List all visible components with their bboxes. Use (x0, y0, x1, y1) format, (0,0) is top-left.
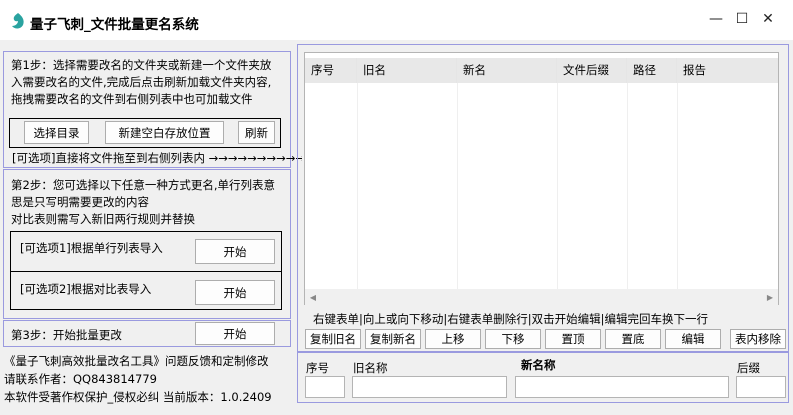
column-divider (457, 83, 458, 290)
remove-from-list-button[interactable]: 表内移除 (730, 329, 786, 349)
extension-input[interactable] (736, 376, 786, 398)
refresh-button[interactable]: 刷新 (238, 121, 275, 144)
step1-desc-line1: 第1步：选择需要改名的文件夹或新建一个文件夹放 (11, 58, 272, 72)
maximize-icon[interactable]: ☐ (729, 8, 755, 30)
old-name-input[interactable] (352, 376, 507, 398)
select-directory-button[interactable]: 选择目录 (24, 121, 89, 144)
column-divider (677, 83, 678, 290)
horizontal-scrollbar[interactable]: ◀ ▶ (305, 289, 778, 305)
column-header-new-name[interactable]: 新名 (457, 58, 557, 83)
step2-desc-line3: 对比表则需写入新旧两行规则并替换 (11, 212, 195, 226)
copy-new-name-button[interactable]: 复制新名 (365, 329, 421, 349)
extension-label: 后缀 (737, 361, 760, 375)
drag-hint: [可选项]直接将文件拖至到右侧列表内 →→→→→→→→→→→ (12, 151, 302, 165)
step3-label: 第3步：开始批量更改 (11, 328, 122, 342)
option1-start-button[interactable]: 开始 (195, 239, 275, 264)
option2-start-button[interactable]: 开始 (195, 280, 275, 305)
step1-desc-line3: 拖拽需要改名的文件到右侧列表中也可加载文件 (11, 92, 253, 106)
new-name-label: 新名称 (521, 358, 556, 372)
batch-rename-start-button[interactable]: 开始 (195, 322, 275, 345)
copy-old-name-button[interactable]: 复制旧名 (305, 329, 361, 349)
step2-desc-line1: 第2步：您可选择以下任意一种方式更名,单行列表意 (11, 178, 275, 192)
column-header-old-name[interactable]: 旧名 (357, 58, 457, 83)
step2-desc-line2: 思是只写明需要更改的内容 (11, 195, 149, 209)
column-header-report[interactable]: 报告 (677, 58, 778, 83)
options-divider (10, 271, 282, 272)
column-header-extension[interactable]: 文件后缀 (557, 58, 627, 83)
scroll-left-icon[interactable]: ◀ (305, 289, 321, 305)
file-list-view[interactable]: 序号 旧名 新名 文件后缀 路径 报告 ◀ ▶ (304, 52, 779, 305)
column-divider (357, 83, 358, 290)
new-name-input[interactable] (515, 376, 729, 398)
column-header-seq[interactable]: 序号 (305, 58, 357, 83)
move-top-button[interactable]: 置顶 (545, 329, 601, 349)
new-folder-button[interactable]: 新建空白存放位置 (105, 121, 224, 144)
footer-contact: 请联系作者：QQ843814779 (4, 372, 157, 386)
close-icon[interactable]: ✕ (755, 8, 781, 30)
window-title: 量子飞刺_文件批量更名系统 (30, 17, 199, 33)
column-header-path[interactable]: 路径 (627, 58, 677, 83)
column-divider (557, 83, 558, 290)
move-up-button[interactable]: 上移 (425, 329, 481, 349)
edit-button[interactable]: 编辑 (665, 329, 721, 349)
minimize-icon[interactable]: — (703, 8, 729, 30)
option1-label: [可选项1]根据单行列表导入 (20, 241, 163, 255)
old-name-label: 旧名称 (353, 361, 388, 375)
seq-label: 序号 (306, 361, 329, 375)
move-bottom-button[interactable]: 置底 (605, 329, 661, 349)
operation-hint: 右键表单|向上或向下移动|右键表单删除行|双击开始编辑|编辑完回车换下一行 (313, 312, 708, 326)
column-divider (627, 83, 628, 290)
footer-line1: 《量子飞刺高效批量改名工具》问题反馈和定制修改 (4, 354, 269, 368)
move-down-button[interactable]: 下移 (485, 329, 541, 349)
option2-label: [可选项2]根据对比表导入 (20, 282, 152, 296)
seq-input[interactable] (305, 376, 345, 398)
app-logo-icon (12, 13, 24, 29)
footer-copyright: 本软件受著作权保护_侵权必纠 当前版本：1.0.2409 (4, 390, 272, 404)
scroll-right-icon[interactable]: ▶ (762, 289, 778, 305)
step1-desc-line2: 入需要改名的文件,完成后点击刷新加载文件夹内容, (11, 75, 272, 89)
